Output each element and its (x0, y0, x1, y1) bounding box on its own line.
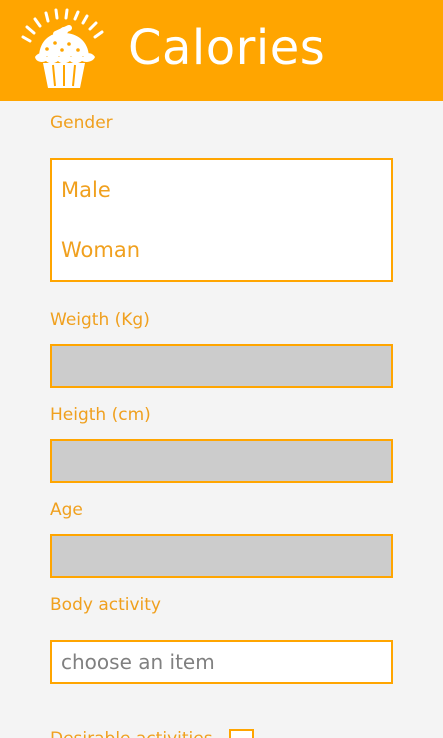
height-label: Heigth (cm) (50, 405, 151, 425)
weight-label: Weigth (Kg) (50, 310, 150, 330)
gender-label: Gender (50, 113, 113, 133)
body-activity-label: Body activity (50, 595, 161, 615)
height-input[interactable] (50, 439, 393, 483)
gender-option-woman[interactable]: Woman (61, 236, 140, 264)
age-input[interactable] (50, 534, 393, 578)
app-header: Calories (0, 0, 443, 101)
cupcake-gauge-icon (21, 8, 104, 88)
calories-app: Calories Gender Male Woman Weigth (Kg) H… (0, 0, 443, 738)
age-label: Age (50, 500, 83, 520)
body-activity-selected-text: choose an item (61, 650, 215, 674)
gender-option-male[interactable]: Male (61, 176, 111, 204)
desirable-activities-label: Desirable activities (50, 728, 213, 738)
app-title: Calories (128, 20, 326, 76)
weight-input[interactable] (50, 344, 393, 388)
gender-listbox[interactable]: Male Woman (50, 158, 393, 282)
body-activity-combobox[interactable]: choose an item (50, 640, 393, 684)
desirable-activities-checkbox[interactable] (229, 729, 254, 738)
